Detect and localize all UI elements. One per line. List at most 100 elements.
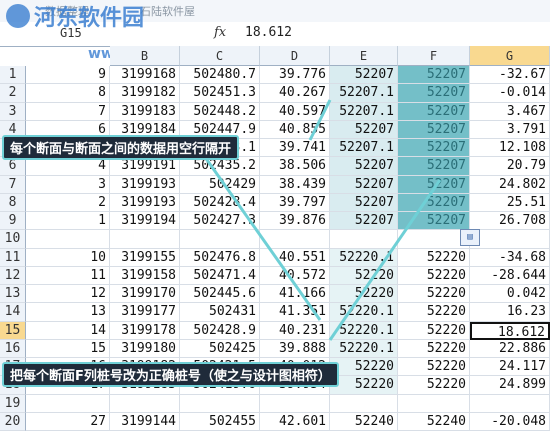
- cell[interactable]: 52220: [330, 358, 398, 377]
- cell[interactable]: 24.899: [470, 376, 550, 395]
- cell[interactable]: 3199155: [110, 248, 180, 267]
- cell[interactable]: 52220: [398, 358, 470, 377]
- formula-input[interactable]: 18.612: [245, 25, 292, 40]
- cell[interactable]: 52207: [330, 120, 398, 139]
- cell[interactable]: 14: [26, 321, 110, 340]
- column-header-F[interactable]: F: [398, 46, 470, 66]
- cell[interactable]: 502425: [180, 339, 260, 358]
- column-header-G[interactable]: G: [470, 46, 550, 66]
- cell[interactable]: 52207: [330, 193, 398, 212]
- cell[interactable]: 27: [26, 412, 110, 431]
- cell[interactable]: 52220: [398, 321, 470, 340]
- cell[interactable]: 3199178: [110, 321, 180, 340]
- cell[interactable]: 502471.4: [180, 266, 260, 285]
- row-header-2[interactable]: 2: [0, 84, 26, 103]
- cell[interactable]: 13: [26, 303, 110, 322]
- cell[interactable]: 3199183: [110, 102, 180, 121]
- cell[interactable]: 39.741: [260, 139, 330, 158]
- cell[interactable]: [330, 230, 398, 249]
- cell[interactable]: 52220: [398, 285, 470, 304]
- cell[interactable]: [26, 394, 110, 413]
- cell[interactable]: 9: [26, 66, 110, 85]
- row-header-19[interactable]: 19: [0, 394, 26, 413]
- cell[interactable]: 52220.1: [330, 248, 398, 267]
- row-header-8[interactable]: 8: [0, 193, 26, 212]
- cell[interactable]: 52220: [398, 376, 470, 395]
- cell[interactable]: -20.048: [470, 412, 550, 431]
- cell[interactable]: 52207.1: [330, 84, 398, 103]
- cell[interactable]: 502448.2: [180, 102, 260, 121]
- cell[interactable]: 52207: [398, 120, 470, 139]
- cell[interactable]: 24.117: [470, 358, 550, 377]
- column-header-B[interactable]: B: [110, 46, 180, 66]
- cell[interactable]: 502427.3: [180, 212, 260, 231]
- cell[interactable]: [110, 230, 180, 249]
- cell[interactable]: 39.888: [260, 339, 330, 358]
- cell[interactable]: 3199158: [110, 266, 180, 285]
- cell[interactable]: 3199182: [110, 84, 180, 103]
- cell[interactable]: 40.231: [260, 321, 330, 340]
- cell[interactable]: 52207: [330, 157, 398, 176]
- cell[interactable]: 52220: [330, 285, 398, 304]
- cell[interactable]: [260, 230, 330, 249]
- cell[interactable]: 52207: [398, 84, 470, 103]
- cell[interactable]: 52207: [398, 102, 470, 121]
- cell[interactable]: 38.439: [260, 175, 330, 194]
- cell[interactable]: 52220: [398, 339, 470, 358]
- cell[interactable]: [470, 394, 550, 413]
- cell[interactable]: 39.876: [260, 212, 330, 231]
- cell[interactable]: 52207: [398, 175, 470, 194]
- cell[interactable]: 8: [26, 84, 110, 103]
- cell[interactable]: 39.776: [260, 66, 330, 85]
- cell[interactable]: [26, 230, 110, 249]
- cell[interactable]: 502429: [180, 175, 260, 194]
- column-header-C[interactable]: C: [180, 46, 260, 66]
- cell[interactable]: [398, 394, 470, 413]
- row-header-1[interactable]: 1: [0, 66, 26, 85]
- cell[interactable]: 52220.1: [330, 339, 398, 358]
- cell[interactable]: 12: [26, 285, 110, 304]
- cell[interactable]: 3199170: [110, 285, 180, 304]
- cell[interactable]: -28.644: [470, 266, 550, 285]
- cell[interactable]: 52220: [398, 266, 470, 285]
- cell[interactable]: [180, 394, 260, 413]
- cell[interactable]: 52220: [330, 376, 398, 395]
- cell[interactable]: 52207: [398, 193, 470, 212]
- cell[interactable]: 52207: [398, 212, 470, 231]
- column-header-D[interactable]: D: [260, 46, 330, 66]
- column-header-E[interactable]: E: [330, 46, 398, 66]
- row-header-14[interactable]: 14: [0, 303, 26, 322]
- row-header-13[interactable]: 13: [0, 285, 26, 304]
- cell[interactable]: 3.467: [470, 102, 550, 121]
- cell[interactable]: 3: [26, 175, 110, 194]
- row-header-10[interactable]: 10: [0, 230, 26, 249]
- ribbon-group-shilu[interactable]: 石陆软件屋: [140, 3, 195, 19]
- cell[interactable]: 40.267: [260, 84, 330, 103]
- cell[interactable]: 502428.4: [180, 193, 260, 212]
- cell[interactable]: 22.886: [470, 339, 550, 358]
- cell[interactable]: 52207.1: [330, 139, 398, 158]
- row-header-3[interactable]: 3: [0, 102, 26, 121]
- cell[interactable]: 502480.7: [180, 66, 260, 85]
- cell[interactable]: 24.802: [470, 175, 550, 194]
- row-header-7[interactable]: 7: [0, 175, 26, 194]
- cell[interactable]: 3199168: [110, 66, 180, 85]
- cell[interactable]: 25.51: [470, 193, 550, 212]
- cell[interactable]: 52207: [398, 157, 470, 176]
- cell[interactable]: 52207: [398, 66, 470, 85]
- cell[interactable]: 3199180: [110, 339, 180, 358]
- cell[interactable]: 52207.1: [330, 102, 398, 121]
- cell[interactable]: [110, 394, 180, 413]
- cell[interactable]: 40.572: [260, 266, 330, 285]
- cell[interactable]: 7: [26, 102, 110, 121]
- cell[interactable]: -34.68: [470, 248, 550, 267]
- cell[interactable]: 52240: [398, 412, 470, 431]
- cell[interactable]: 502451.3: [180, 84, 260, 103]
- cell[interactable]: 3.791: [470, 120, 550, 139]
- cell[interactable]: 3199194: [110, 212, 180, 231]
- cell[interactable]: 3199177: [110, 303, 180, 322]
- paste-options-icon[interactable]: ▤: [460, 229, 480, 246]
- cell[interactable]: 52207: [330, 66, 398, 85]
- cell[interactable]: 18.612: [470, 321, 550, 340]
- cell[interactable]: 16.23: [470, 303, 550, 322]
